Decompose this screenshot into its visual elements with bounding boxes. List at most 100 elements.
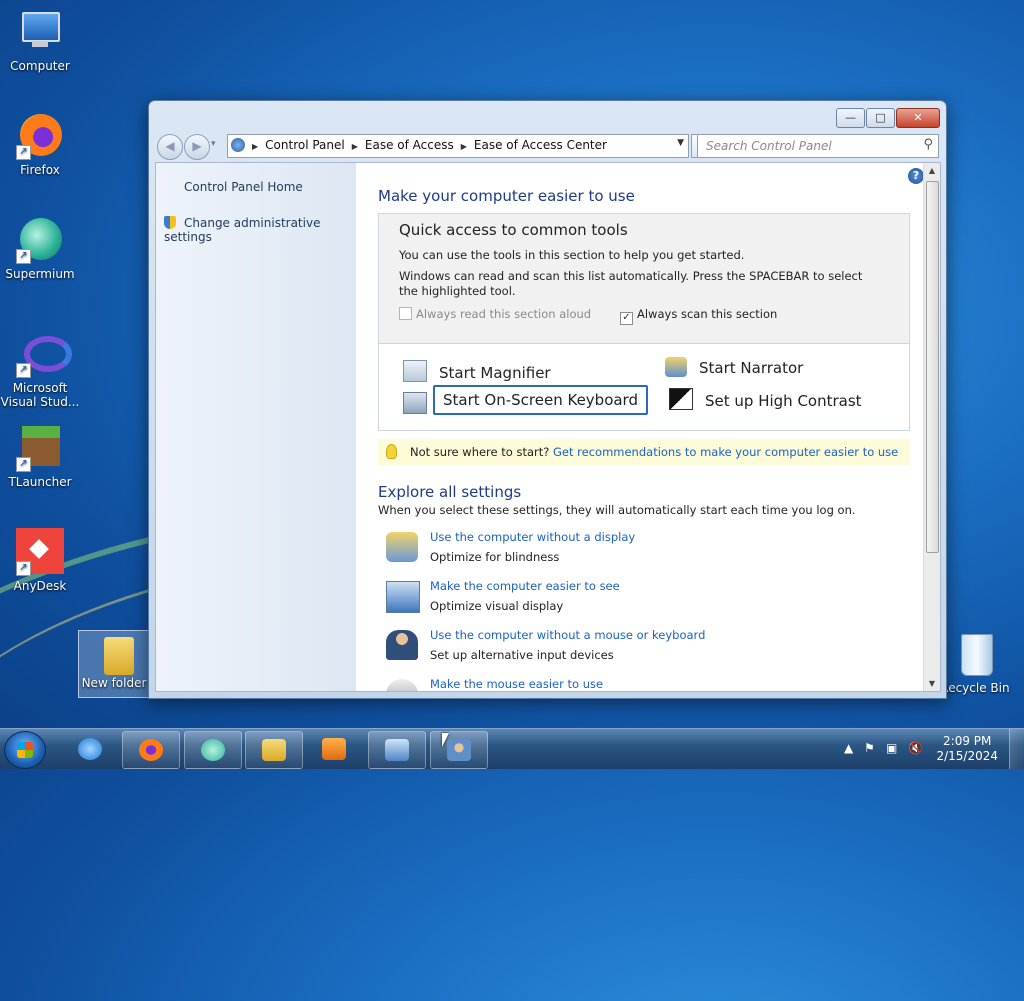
breadcrumb-ease-of-access-center[interactable]: Ease of Access Center (474, 138, 607, 152)
recommendations-link[interactable]: Get recommendations to make your compute… (553, 445, 898, 459)
setting-link[interactable]: Make the computer easier to see (430, 579, 620, 593)
start-narrator-button[interactable]: Start Narrator (665, 357, 803, 377)
taskbar-control-panel[interactable] (368, 731, 426, 769)
address-dropdown-icon[interactable]: ▼ (677, 138, 684, 148)
taskbar-explorer[interactable] (245, 731, 303, 769)
folder-icon (90, 631, 138, 679)
start-on-screen-keyboard-button[interactable]: Start On-Screen Keyboard (433, 385, 648, 415)
page-title: Make your computer easier to use (378, 187, 635, 205)
taskbar-supermium[interactable] (184, 731, 242, 769)
mouse-cursor-icon (442, 733, 449, 747)
scan-section-checkbox[interactable]: ✓ Always scan this section (620, 307, 777, 325)
clock[interactable]: 2:09 PM 2/15/2024 (936, 734, 998, 764)
checkbox-label: Always scan this section (637, 307, 778, 321)
recommendation-tip: Not sure where to start? Get recommendat… (378, 439, 910, 465)
quick-access-panel: Quick access to common tools You can use… (378, 213, 910, 431)
checkmark-icon: ✓ (620, 312, 633, 325)
sidebar-item-admin-settings[interactable]: Change administrative settings (164, 216, 356, 244)
help-icon[interactable]: ? (908, 168, 924, 184)
visual-studio-icon: ↗ (16, 330, 72, 378)
read-aloud-checkbox[interactable]: Always read this section aloud (399, 307, 591, 321)
address-bar[interactable]: ▶ Control Panel ▶ Ease of Access ▶ Ease of Ac… (227, 134, 689, 158)
breadcrumb-arrow-icon: ▶ (351, 142, 358, 151)
taskbar-ease-of-access[interactable] (430, 731, 488, 769)
taskbar: ▲ ⚑ ▣ 🔇 2:09 PM 2/15/2024 (0, 728, 1024, 769)
display-speech-icon (386, 532, 418, 562)
mouse-icon (386, 679, 418, 691)
desktop-icon-label: Supermium (5, 267, 75, 281)
media-player-icon (322, 738, 346, 760)
taskbar-internet-explorer[interactable] (62, 731, 118, 767)
ease-of-access-window: — □ ✕ ◀ ▶ ▾ ▶ Control Panel ▶ Ease of Acces… (148, 100, 947, 699)
high-contrast-button[interactable]: Set up High Contrast (669, 388, 862, 410)
scroll-down-icon[interactable]: ▼ (924, 679, 940, 688)
recycle-bin-icon (951, 630, 999, 678)
desktop-icon-computer[interactable]: Computer (0, 8, 80, 73)
breadcrumb-ease-of-access[interactable]: Ease of Access (365, 138, 454, 152)
action-center-flag-icon[interactable]: ⚑ (864, 741, 875, 755)
windows-logo-icon (17, 742, 33, 758)
desktop-icon-tlauncher[interactable]: ↗ TLauncher (0, 424, 80, 489)
control-panel-icon (385, 739, 409, 761)
clock-time: 2:09 PM (943, 734, 992, 748)
recent-pages-button[interactable]: ▾ (211, 139, 216, 149)
desktop-icon-anydesk[interactable]: ↗ AnyDesk (0, 528, 80, 593)
desktop-icon-recycle-bin[interactable]: Recycle Bin (935, 630, 1015, 695)
desktop-icon-visual-studio[interactable]: ↗ Microsoft Visual Stud... (0, 330, 80, 409)
desktop-icon-label: AnyDesk (13, 579, 67, 593)
contrast-icon (669, 388, 693, 410)
taskbar-firefox[interactable] (122, 731, 180, 769)
scrollbar-thumb[interactable] (926, 181, 939, 553)
clock-date: 2/15/2024 (936, 749, 998, 763)
maximize-button[interactable]: □ (866, 108, 895, 128)
start-magnifier-button[interactable]: Start Magnifier (403, 360, 551, 382)
narrator-icon (665, 357, 687, 377)
lightbulb-icon (386, 444, 397, 459)
forward-button[interactable]: ▶ (184, 134, 210, 160)
folder-icon (262, 739, 286, 761)
tip-question: Not sure where to start? (410, 445, 550, 459)
setting-description: Set up alternative input devices (430, 648, 614, 662)
tlauncher-icon: ↗ (16, 424, 64, 472)
supermium-icon: ↗ (16, 216, 64, 264)
network-icon[interactable]: ▣ (886, 741, 897, 755)
desktop-icon-supermium[interactable]: ↗ Supermium (0, 216, 80, 281)
start-button[interactable] (4, 731, 46, 769)
internet-explorer-icon (78, 738, 102, 760)
setting-description: Optimize visual display (430, 599, 564, 613)
firefox-icon: ↗ (16, 112, 64, 160)
search-placeholder: Search Control Panel (706, 139, 832, 153)
quick-access-intro: You can use the tools in this section to… (399, 248, 745, 262)
sidebar-item-control-panel-home[interactable]: Control Panel Home (184, 180, 303, 194)
desktop-icon-new-folder[interactable]: New folder (78, 630, 150, 698)
desktop-icon-firefox[interactable]: ↗ Firefox (0, 112, 80, 177)
setting-link[interactable]: Make the mouse easier to use (430, 677, 603, 691)
search-input[interactable]: Search Control Panel ⚲ (697, 134, 939, 158)
taskbar-media-player[interactable] (306, 731, 362, 767)
setting-link[interactable]: Use the computer without a mouse or keyb… (430, 628, 705, 642)
control-panel-icon (231, 138, 245, 152)
breadcrumb-arrow-icon: ▶ (460, 142, 467, 151)
minimize-button[interactable]: — (836, 108, 865, 128)
scroll-up-icon[interactable]: ▲ (924, 166, 940, 175)
vertical-scrollbar[interactable]: ▲ ▼ (923, 163, 940, 691)
close-button[interactable]: ✕ (896, 108, 940, 128)
desktop-icon-label: Recycle Bin (940, 681, 1010, 695)
system-tray: ▲ ⚑ ▣ 🔇 2:09 PM 2/15/2024 (834, 729, 1024, 769)
checkbox-label: Always read this section aloud (416, 307, 592, 321)
quick-access-header: Quick access to common tools You can use… (379, 214, 909, 344)
checkbox-box (399, 307, 412, 320)
back-button[interactable]: ◀ (157, 134, 183, 160)
window-controls: — □ ✕ (835, 108, 940, 128)
show-desktop-button[interactable] (1009, 729, 1024, 769)
quick-access-title: Quick access to common tools (399, 221, 628, 239)
breadcrumb-control-panel[interactable]: Control Panel (265, 138, 345, 152)
setting-link[interactable]: Use the computer without a display (430, 530, 635, 544)
show-hidden-icons-icon[interactable]: ▲ (844, 741, 853, 755)
main-panel: ? Make your computer easier to use Quick… (356, 163, 924, 691)
sidebar-item-label: Change administrative settings (164, 216, 321, 244)
volume-muted-icon[interactable]: 🔇 (908, 741, 923, 755)
ease-of-access-icon (447, 739, 471, 761)
desktop-icon-label: Computer (10, 59, 70, 73)
sidebar: Control Panel Home Change administrative… (156, 163, 356, 691)
